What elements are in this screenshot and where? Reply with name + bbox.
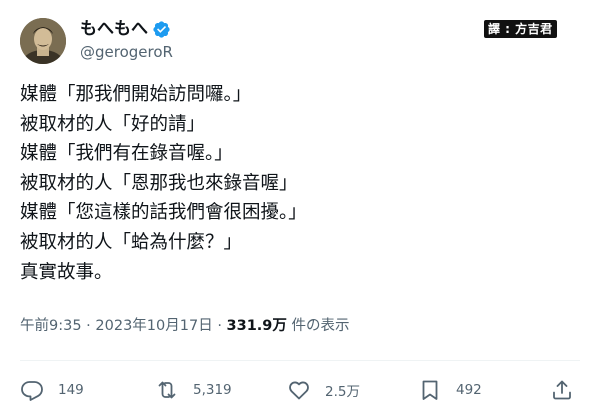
tweet-line: 媒體「您這樣的話我們會很困擾。」 (20, 202, 307, 224)
views-count: 331.9万 (226, 318, 287, 334)
bookmark-button[interactable]: 492 (418, 376, 482, 404)
tweet-meta: 午前9:35 · 2023年10月17日 · 331.9万 件の表示 (20, 316, 350, 336)
meta-separator: · (86, 318, 91, 334)
tweet-text: 媒體「那我們開始訪問囉。」 被取材的人「好的請」 媒體「我們有在錄音喔。」 被取… (20, 80, 580, 287)
divider (20, 360, 580, 361)
avatar-portrait (20, 18, 66, 64)
views-label: 件の表示 (291, 318, 350, 334)
translation-badge: 譯 : 方吉君 (484, 20, 557, 38)
tweet-time[interactable]: 午前9:35 (20, 318, 82, 334)
share-icon (553, 380, 571, 400)
reply-icon (21, 381, 43, 401)
tweet-line: 被取材的人「恩那我也來錄音喔」 (20, 172, 298, 194)
bookmark-count: 492 (456, 382, 482, 398)
verified-badge-icon (153, 20, 170, 38)
heart-icon (289, 381, 309, 400)
tweet-line: 被取材的人「好的請」 (20, 113, 206, 135)
reply-button[interactable]: 149 (20, 376, 84, 404)
user-handle[interactable]: @gerogeroR (80, 42, 173, 62)
display-name[interactable]: もへもへ (80, 18, 148, 40)
tweet-date[interactable]: 2023年10月17日 (95, 318, 212, 334)
share-button[interactable] (550, 376, 574, 404)
tweet-line: 媒體「我們有在錄音喔。」 (20, 143, 233, 165)
action-bar: 149 5,319 2.5万 492 (20, 376, 580, 404)
like-button[interactable]: 2.5万 (287, 376, 360, 404)
bookmark-icon (422, 380, 438, 400)
retweet-icon (158, 381, 176, 399)
retweet-count: 5,319 (193, 382, 232, 398)
avatar[interactable] (20, 18, 66, 64)
author-name-row[interactable]: もへもへ (80, 18, 171, 40)
retweet-button[interactable]: 5,319 (155, 376, 232, 404)
tweet-line: 媒體「那我們開始訪問囉。」 (20, 84, 252, 105)
tweet-line: 被取材的人「蛤為什麼？」 (20, 231, 243, 253)
like-count: 2.5万 (325, 384, 360, 400)
meta-separator: · (217, 318, 222, 334)
tweet-line: 真實故事。 (20, 261, 113, 283)
reply-count: 149 (58, 382, 84, 398)
